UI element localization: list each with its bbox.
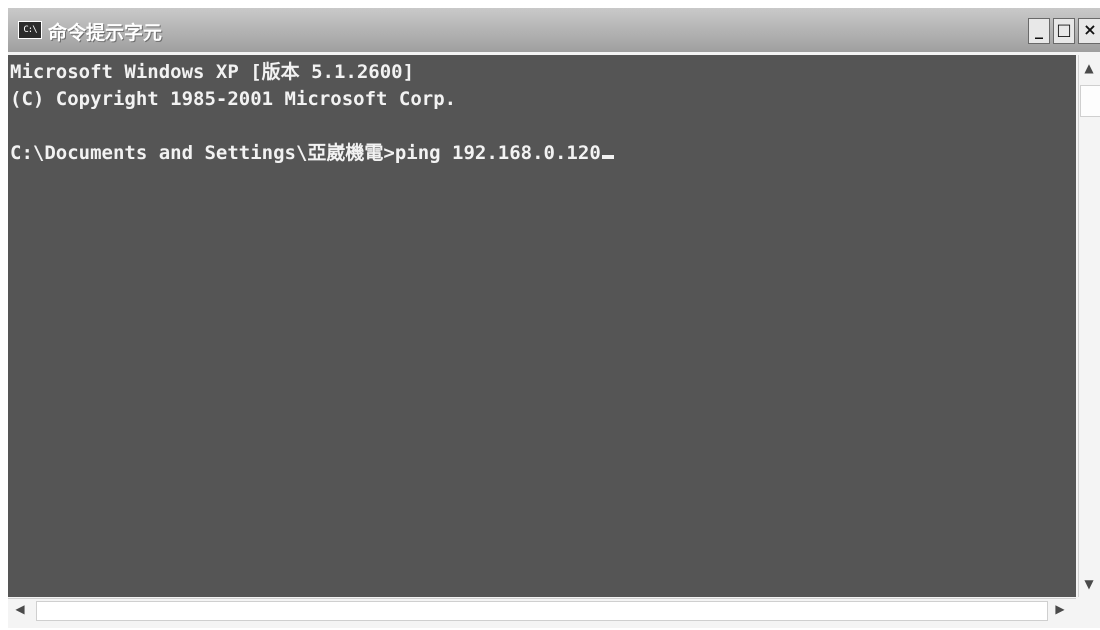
console-line-copyright: (C) Copyright 1985-2001 Microsoft Corp. [10, 88, 457, 110]
scrollbar-corner [1078, 598, 1100, 622]
scroll-down-arrow-icon[interactable]: ▼ [1079, 577, 1099, 591]
console-output[interactable]: Microsoft Windows XP [版本 5.1.2600] (C) C… [8, 55, 1076, 597]
scroll-up-arrow-icon[interactable]: ▲ [1079, 61, 1099, 75]
minimize-button[interactable]: _ [1028, 18, 1050, 44]
vertical-scroll-thumb[interactable] [1080, 85, 1100, 117]
console-line-command[interactable]: C:\Documents and Settings\亞崴機電>ping 192.… [10, 140, 614, 167]
horizontal-scroll-thumb[interactable] [36, 601, 1048, 621]
console-line-version: Microsoft Windows XP [版本 5.1.2600] [10, 61, 415, 83]
cmd-icon: C:\ [18, 21, 42, 39]
horizontal-scrollbar[interactable]: ◀ ▶ [8, 598, 1076, 623]
maximize-button[interactable]: □ [1053, 18, 1075, 44]
command-prompt-window: C:\ 命令提示字元 _ □ × Microsoft Windows XP [版… [8, 8, 1100, 628]
scroll-left-arrow-icon[interactable]: ◀ [10, 602, 30, 616]
close-button[interactable]: × [1078, 18, 1100, 44]
scroll-right-arrow-icon[interactable]: ▶ [1050, 602, 1070, 616]
window-title: 命令提示字元 [48, 22, 163, 44]
command-text: C:\Documents and Settings\亞崴機電>ping 192.… [10, 142, 601, 164]
title-bar[interactable]: C:\ 命令提示字元 _ □ × [8, 8, 1100, 52]
text-cursor [601, 155, 614, 159]
vertical-scrollbar[interactable]: ▲ ▼ [1078, 55, 1100, 597]
